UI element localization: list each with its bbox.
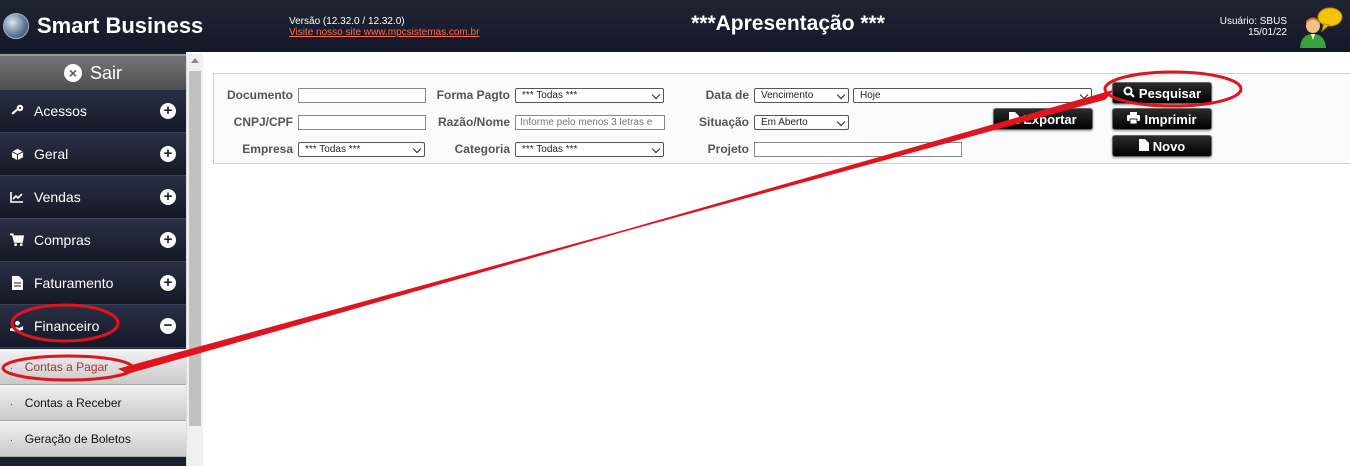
submenu-item-label: Geração de Boletos xyxy=(24,431,131,446)
user-avatar-icon[interactable] xyxy=(1298,6,1344,48)
empresa-label: Empresa xyxy=(242,142,293,156)
page-title: ***Apresentação *** xyxy=(691,12,885,35)
version-text: Versão (12.32.0 / 12.32.0) xyxy=(289,16,405,27)
bullet-icon: . xyxy=(10,397,13,408)
situacao-label: Situação xyxy=(698,115,749,129)
bullet-icon: . xyxy=(10,433,13,444)
exportar-label: Exportar xyxy=(1023,111,1077,127)
collapse-minus-icon[interactable]: − xyxy=(160,318,176,334)
sidebar-item-label: Faturamento xyxy=(34,275,114,291)
sidebar-item-financeiro[interactable]: Financeiro − xyxy=(0,305,186,348)
new-file-icon xyxy=(1138,138,1149,154)
bullet-icon: . xyxy=(10,361,13,372)
expand-plus-icon[interactable]: + xyxy=(160,232,176,248)
money-hand-icon xyxy=(10,319,24,333)
sidebar-item-acessos[interactable]: Acessos + xyxy=(0,90,186,133)
data-periodo-select[interactable]: Hoje xyxy=(853,88,1092,103)
data-tipo-select[interactable]: Vencimento xyxy=(754,88,849,103)
cnpj-cpf-input[interactable] xyxy=(298,115,426,130)
data-de-label: Data de xyxy=(705,88,749,102)
cnpj-cpf-label: CNPJ/CPF xyxy=(233,115,293,129)
forma-pagto-select[interactable]: *** Todas *** xyxy=(515,88,664,103)
imprimir-button[interactable]: Imprimir xyxy=(1112,108,1212,130)
pesquisar-button[interactable]: Pesquisar xyxy=(1112,82,1212,104)
categoria-label: Categoria xyxy=(454,142,510,156)
sidebar-scrollbar[interactable] xyxy=(186,54,203,466)
sidebar-item-geral[interactable]: Geral + xyxy=(0,133,186,176)
sidebar-item-label: Vendas xyxy=(34,189,81,205)
file-export-icon xyxy=(1009,111,1020,127)
documento-label: Documento xyxy=(227,88,293,102)
imprimir-label: Imprimir xyxy=(1144,111,1197,127)
header-bar: Smart Business Versão (12.32.0 / 12.32.0… xyxy=(0,0,1350,52)
submenu-item-contas-a-receber[interactable]: . Contas a Receber xyxy=(0,385,186,421)
expand-plus-icon[interactable]: + xyxy=(160,146,176,162)
app-window: Smart Business Versão (12.32.0 / 12.32.0… xyxy=(0,0,1350,466)
submenu-item-label: Contas a Receber xyxy=(24,395,122,410)
date-label: 15/01/22 xyxy=(1248,27,1287,38)
projeto-label: Projeto xyxy=(707,142,749,156)
site-link[interactable]: Visite nosso site www.mpcsistemas.com.br xyxy=(289,27,479,38)
exportar-button[interactable]: Exportar xyxy=(993,108,1093,130)
projeto-input[interactable] xyxy=(754,142,962,157)
cart-icon xyxy=(10,233,24,247)
empresa-select[interactable]: *** Todas *** xyxy=(298,142,425,157)
documento-input[interactable] xyxy=(298,88,426,103)
sidebar-item-label: Geral xyxy=(34,146,69,162)
sidebar-item-label: Financeiro xyxy=(34,318,100,334)
sidebar-item-label: Compras xyxy=(34,232,91,248)
forma-pagto-label: Forma Pagto xyxy=(436,88,510,102)
novo-button[interactable]: Novo xyxy=(1112,135,1212,157)
file-icon xyxy=(10,276,24,290)
pesquisar-label: Pesquisar xyxy=(1138,85,1202,101)
expand-plus-icon[interactable]: + xyxy=(160,275,176,291)
scroll-up-arrow-icon[interactable] xyxy=(191,58,199,63)
user-label: Usuário: SBUS xyxy=(1219,16,1287,27)
novo-label: Novo xyxy=(1152,138,1186,154)
categoria-select[interactable]: *** Todas *** xyxy=(515,142,664,157)
logout-label: Sair xyxy=(89,62,122,83)
sidebar-item-compras[interactable]: Compras + xyxy=(0,219,186,262)
submenu-item-contas-a-pagar[interactable]: . Contas a Pagar xyxy=(0,349,186,385)
submenu-item-geracao-de-boletos[interactable]: . Geração de Boletos xyxy=(0,421,186,457)
key-icon xyxy=(10,104,24,118)
cube-icon xyxy=(10,147,24,161)
close-circle-icon: × xyxy=(63,64,82,82)
sidebar-item-label: Acessos xyxy=(34,103,87,119)
razao-nome-input[interactable] xyxy=(515,115,665,130)
globe-logo-icon xyxy=(3,13,29,39)
chart-line-icon xyxy=(10,190,24,204)
app-title: Smart Business xyxy=(37,13,204,38)
razao-nome-label: Razão/Nome xyxy=(437,115,510,129)
expand-plus-icon[interactable]: + xyxy=(160,103,176,119)
logout-button[interactable]: × Sair xyxy=(0,54,186,90)
printer-icon xyxy=(1127,111,1141,127)
sidebar-item-faturamento[interactable]: Faturamento + xyxy=(0,262,186,305)
search-icon xyxy=(1123,86,1135,101)
submenu-item-label: Contas a Pagar xyxy=(24,359,109,374)
situacao-select[interactable]: Em Aberto xyxy=(754,115,849,130)
expand-plus-icon[interactable]: + xyxy=(160,189,176,205)
scroll-thumb[interactable] xyxy=(189,71,201,426)
sidebar-item-vendas[interactable]: Vendas + xyxy=(0,176,186,219)
